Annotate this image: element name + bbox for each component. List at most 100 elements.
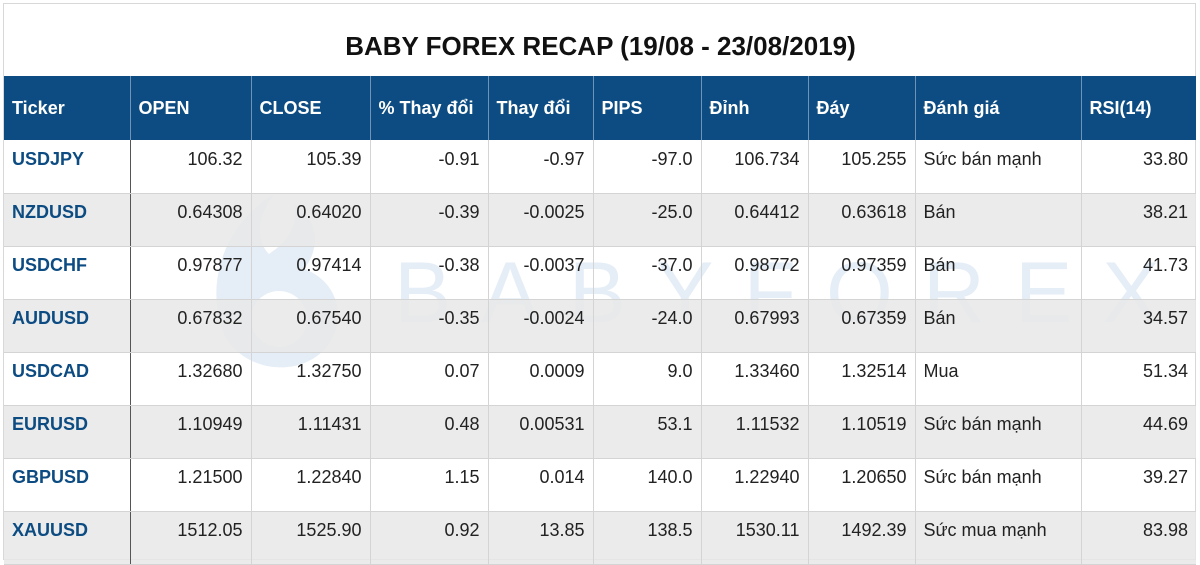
cell-pct-change: -0.38 [370, 246, 489, 300]
column-header-open: OPEN [130, 76, 252, 140]
cell-high: 106.734 [701, 140, 809, 194]
cell-change: -0.97 [488, 140, 594, 194]
cell-rsi: 39.27 [1081, 458, 1196, 512]
cell-open: 1.10949 [130, 405, 252, 459]
cell-pips: 138.5 [593, 511, 702, 565]
cell-low: 1492.39 [808, 511, 916, 565]
cell-close: 1.11431 [251, 405, 371, 459]
cell-pct-change: -0.91 [370, 140, 489, 194]
cell-high: 1530.11 [701, 511, 809, 565]
column-header-change: Thay đổi [488, 76, 594, 140]
cell-change: 0.014 [488, 458, 594, 512]
cell-open: 1512.05 [130, 511, 252, 565]
cell-change: -0.0025 [488, 193, 594, 247]
cell-low: 105.255 [808, 140, 916, 194]
cell-pips: 9.0 [593, 352, 702, 406]
cell-rating: Sức mua mạnh [915, 511, 1082, 565]
cell-open: 0.97877 [130, 246, 252, 300]
cell-low: 1.32514 [808, 352, 916, 406]
cell-ticker: EURUSD [4, 405, 131, 459]
cell-pct-change: 0.48 [370, 405, 489, 459]
cell-rating: Sức bán mạnh [915, 140, 1082, 194]
table-row: XAUUSD 1512.05 1525.90 0.92 13.85 138.5 1530.1… [4, 511, 1196, 565]
cell-high: 1.33460 [701, 352, 809, 406]
cell-rsi: 34.57 [1081, 299, 1196, 353]
table-row: EURUSD 1.10949 1.11431 0.48 0.00531 53.1 1.115… [4, 405, 1196, 459]
cell-open: 0.64308 [130, 193, 252, 247]
cell-pips: -25.0 [593, 193, 702, 247]
column-header-low: Đáy [808, 76, 916, 140]
cell-pct-change: 0.92 [370, 511, 489, 565]
column-header-pct-change: % Thay đổi [370, 76, 489, 140]
cell-pips: -37.0 [593, 246, 702, 300]
cell-low: 1.10519 [808, 405, 916, 459]
cell-rating: Mua [915, 352, 1082, 406]
cell-rating: Sức bán mạnh [915, 405, 1082, 459]
cell-open: 106.32 [130, 140, 252, 194]
cell-rsi: 33.80 [1081, 140, 1196, 194]
cell-ticker: NZDUSD [4, 193, 131, 247]
cell-pct-change: -0.39 [370, 193, 489, 247]
column-header-pips: PIPS [593, 76, 702, 140]
cell-change: 0.00531 [488, 405, 594, 459]
cell-change: 0.0009 [488, 352, 594, 406]
column-header-rsi: RSI(14) [1081, 76, 1196, 140]
table-row: USDCHF 0.97877 0.97414 -0.38 -0.0037 -37.0 0.9… [4, 246, 1196, 300]
cell-low: 0.97359 [808, 246, 916, 300]
cell-low: 1.20650 [808, 458, 916, 512]
table-row: USDJPY 106.32 105.39 -0.91 -0.97 -97.0 106.734… [4, 140, 1196, 194]
cell-pips: 53.1 [593, 405, 702, 459]
cell-open: 1.32680 [130, 352, 252, 406]
cell-close: 105.39 [251, 140, 371, 194]
cell-open: 1.21500 [130, 458, 252, 512]
cell-rsi: 83.98 [1081, 511, 1196, 565]
column-header-close: CLOSE [251, 76, 371, 140]
table-row: GBPUSD 1.21500 1.22840 1.15 0.014 140.0 1.2294… [4, 458, 1196, 512]
cell-close: 1.22840 [251, 458, 371, 512]
column-header-rating: Đánh giá [915, 76, 1082, 140]
cell-change: 13.85 [488, 511, 594, 565]
cell-ticker: GBPUSD [4, 458, 131, 512]
table-row: USDCAD 1.32680 1.32750 0.07 0.0009 9.0 1.33460… [4, 352, 1196, 406]
cell-ticker: AUDUSD [4, 299, 131, 353]
cell-low: 0.67359 [808, 299, 916, 353]
cell-rating: Bán [915, 193, 1082, 247]
cell-high: 0.98772 [701, 246, 809, 300]
column-header-high: Đỉnh [701, 76, 809, 140]
cell-close: 0.64020 [251, 193, 371, 247]
cell-ticker: USDCAD [4, 352, 131, 406]
cell-rating: Bán [915, 246, 1082, 300]
cell-rating: Sức bán mạnh [915, 458, 1082, 512]
table-row: AUDUSD 0.67832 0.67540 -0.35 -0.0024 -24.0 0.6… [4, 299, 1196, 353]
header-row: Ticker OPEN CLOSE% Thay đổi Thay đổi PIPS Đỉn… [4, 76, 1196, 140]
table-body: USDJPY 106.32 105.39 -0.91 -0.97 -97.0 106.734… [4, 140, 1196, 565]
cell-high: 1.22940 [701, 458, 809, 512]
cell-high: 1.11532 [701, 405, 809, 459]
cell-open: 0.67832 [130, 299, 252, 353]
cell-low: 0.63618 [808, 193, 916, 247]
cell-close: 0.67540 [251, 299, 371, 353]
recap-card: BABY FOREX RECAP (19/08 - 23/08/2019) BA… [3, 3, 1196, 565]
cell-close: 1.32750 [251, 352, 371, 406]
cell-rating: Bán [915, 299, 1082, 353]
cell-high: 0.64412 [701, 193, 809, 247]
cell-ticker: USDCHF [4, 246, 131, 300]
cell-pips: 140.0 [593, 458, 702, 512]
page-title: BABY FOREX RECAP (19/08 - 23/08/2019) [345, 30, 856, 61]
cell-rsi: 41.73 [1081, 246, 1196, 300]
cell-rsi: 44.69 [1081, 405, 1196, 459]
cell-pct-change: -0.35 [370, 299, 489, 353]
cell-close: 1525.90 [251, 511, 371, 565]
cell-pct-change: 1.15 [370, 458, 489, 512]
cell-change: -0.0024 [488, 299, 594, 353]
column-header-ticker: Ticker [4, 76, 131, 140]
cell-close: 0.97414 [251, 246, 371, 300]
cell-rsi: 51.34 [1081, 352, 1196, 406]
cell-ticker: XAUUSD [4, 511, 131, 565]
cell-pips: -24.0 [593, 299, 702, 353]
cell-pips: -97.0 [593, 140, 702, 194]
cell-change: -0.0037 [488, 246, 594, 300]
cell-high: 0.67993 [701, 299, 809, 353]
cell-ticker: USDJPY [4, 140, 131, 194]
recap-table: Ticker OPEN CLOSE% Thay đổi Thay đổi PIPS Đỉn… [4, 76, 1196, 565]
